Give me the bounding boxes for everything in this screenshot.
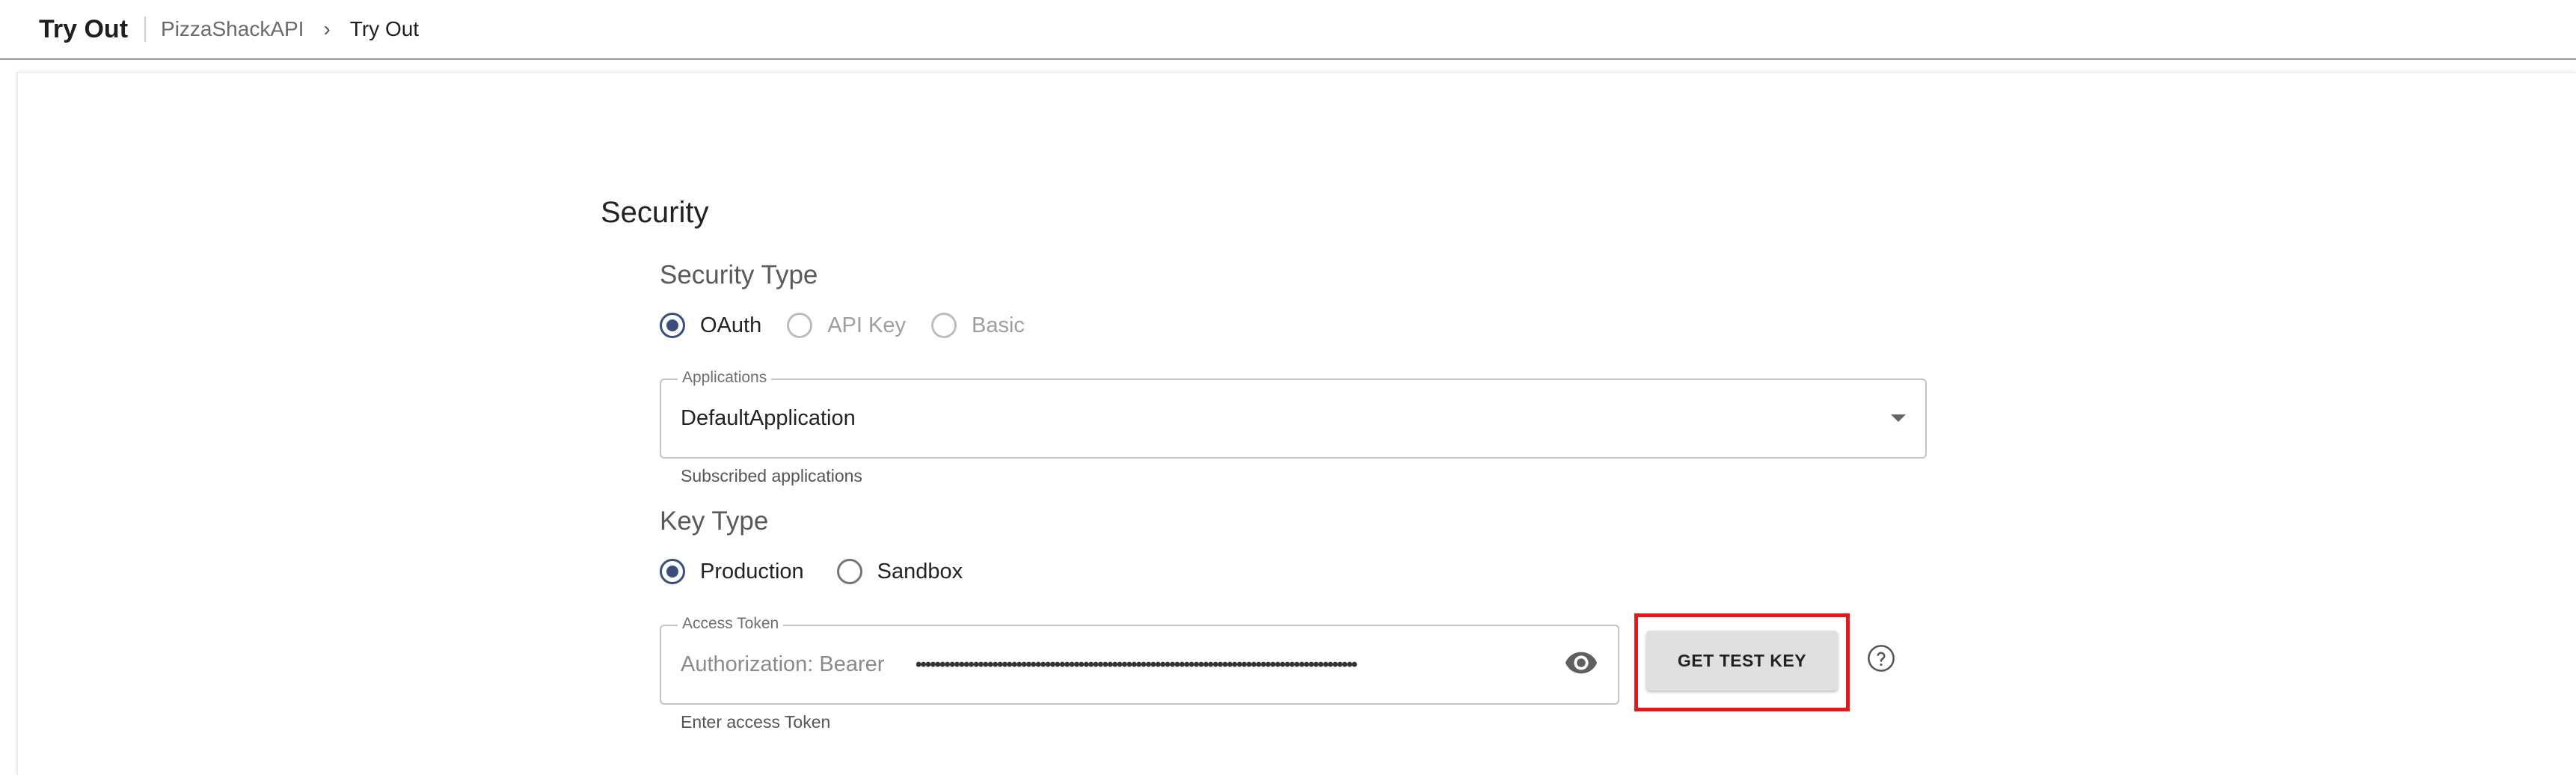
radio-checked-icon xyxy=(660,313,685,338)
security-section-title: Security xyxy=(601,196,709,229)
radio-unchecked-icon xyxy=(836,559,862,584)
chevron-down-icon[interactable] xyxy=(1891,414,1906,422)
security-type-label: Security Type xyxy=(660,260,818,290)
key-type-label: Key Type xyxy=(660,506,769,536)
eye-icon[interactable] xyxy=(1564,650,1598,674)
radio-basic[interactable]: Basic xyxy=(931,313,1025,338)
radio-sandbox-label: Sandbox xyxy=(877,559,963,583)
breadcrumb-current: Try Out xyxy=(349,17,420,40)
radio-unchecked-icon xyxy=(787,313,813,338)
breadcrumb-chevron-icon: › xyxy=(323,17,331,40)
security-type-radio-group: OAuth API Key Basic xyxy=(660,313,1050,338)
applications-selected-value: DefaultApplication xyxy=(681,406,856,430)
applications-select[interactable]: Applications DefaultApplication xyxy=(660,369,1927,459)
page-title: Try Out xyxy=(39,14,129,43)
access-token-masked-value[interactable]: ••••••••••••••••••••••••••••••••••••••••… xyxy=(916,655,1538,670)
access-token-helper-text: Enter access Token xyxy=(681,712,831,732)
page-header: Try Out PizzaShackAPI › Try Out xyxy=(0,0,2576,60)
get-test-key-button[interactable]: GET TEST KEY xyxy=(1646,631,1838,690)
radio-api-key[interactable]: API Key xyxy=(787,313,906,338)
key-type-radio-group: Production Sandbox xyxy=(660,559,988,584)
radio-oauth[interactable]: OAuth xyxy=(660,313,761,338)
radio-basic-label: Basic xyxy=(972,313,1025,337)
header-divider xyxy=(144,16,147,42)
help-circle-icon[interactable] xyxy=(1867,644,1895,673)
radio-sandbox[interactable]: Sandbox xyxy=(836,559,963,584)
authorization-bearer-prefix: Authorization: Bearer xyxy=(681,652,885,676)
radio-oauth-label: OAuth xyxy=(700,313,762,337)
radio-production[interactable]: Production xyxy=(660,559,804,584)
access-token-field[interactable]: Access Token Authorization: Bearer •••••… xyxy=(660,615,1619,705)
radio-api-key-label: API Key xyxy=(827,313,906,337)
breadcrumb-api-link[interactable]: PizzaShackAPI xyxy=(161,17,304,41)
applications-helper-text: Subscribed applications xyxy=(681,466,862,485)
radio-checked-icon xyxy=(660,559,685,584)
radio-unchecked-icon xyxy=(931,313,957,338)
get-test-key-highlight: GET TEST KEY xyxy=(1634,613,1850,711)
radio-production-label: Production xyxy=(700,559,804,583)
